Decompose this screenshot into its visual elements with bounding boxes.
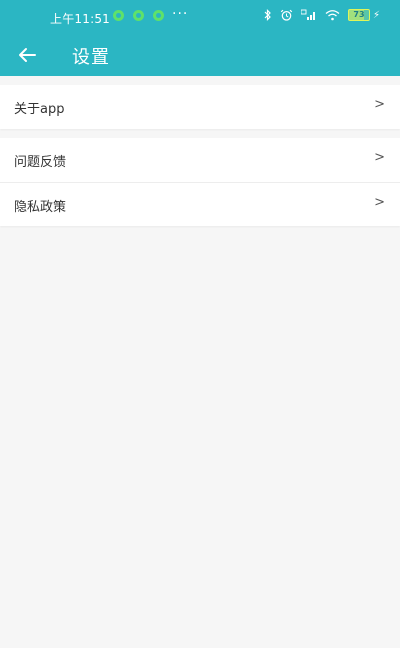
settings-item-about-app[interactable]: 关于app > — [0, 85, 400, 129]
settings-item-label: 关于app — [14, 102, 65, 117]
app-notification-icon — [133, 10, 144, 21]
signal-icon — [300, 9, 317, 21]
charging-icon: ⚡ — [372, 9, 380, 21]
status-time: 上午11:51 — [50, 12, 110, 26]
app-notification-icon — [113, 10, 124, 21]
settings-group-support: 问题反馈 > 隐私政策 > — [0, 138, 400, 226]
chevron-right-icon: > — [374, 97, 385, 112]
back-arrow-icon — [19, 48, 36, 62]
wifi-icon — [325, 9, 340, 21]
header-bar: 上午11:51 ··· 73 ⚡ 设置 — [0, 0, 400, 76]
battery-level: 73 — [353, 10, 365, 19]
settings-item-label: 问题反馈 — [14, 155, 67, 170]
bluetooth-icon — [264, 9, 272, 21]
page-title: 设置 — [72, 47, 110, 68]
app-notification-icon — [153, 10, 164, 21]
settings-item-privacy-policy[interactable]: 隐私政策 > — [0, 182, 400, 226]
settings-item-label: 隐私政策 — [14, 200, 67, 215]
status-bar: 上午11:51 ··· 73 ⚡ — [0, 0, 400, 34]
app-navbar: 设置 — [0, 34, 400, 76]
battery-icon: 73 ⚡ — [347, 9, 380, 21]
system-status-icons: 73 ⚡ — [264, 9, 380, 21]
settings-screen: 上午11:51 ··· 73 ⚡ 设置 关于app > 问题反馈 > 隐私政策 … — [0, 0, 400, 648]
chevron-right-icon: > — [374, 195, 385, 210]
settings-group-about: 关于app > — [0, 85, 400, 129]
alarm-icon — [280, 9, 293, 21]
chevron-right-icon: > — [374, 150, 385, 165]
battery-level-indicator: 73 — [347, 9, 370, 21]
more-notifications-icon: ··· — [172, 6, 189, 22]
back-button[interactable] — [12, 40, 42, 70]
settings-item-feedback[interactable]: 问题反馈 > — [0, 138, 400, 182]
notification-icons — [113, 10, 164, 21]
